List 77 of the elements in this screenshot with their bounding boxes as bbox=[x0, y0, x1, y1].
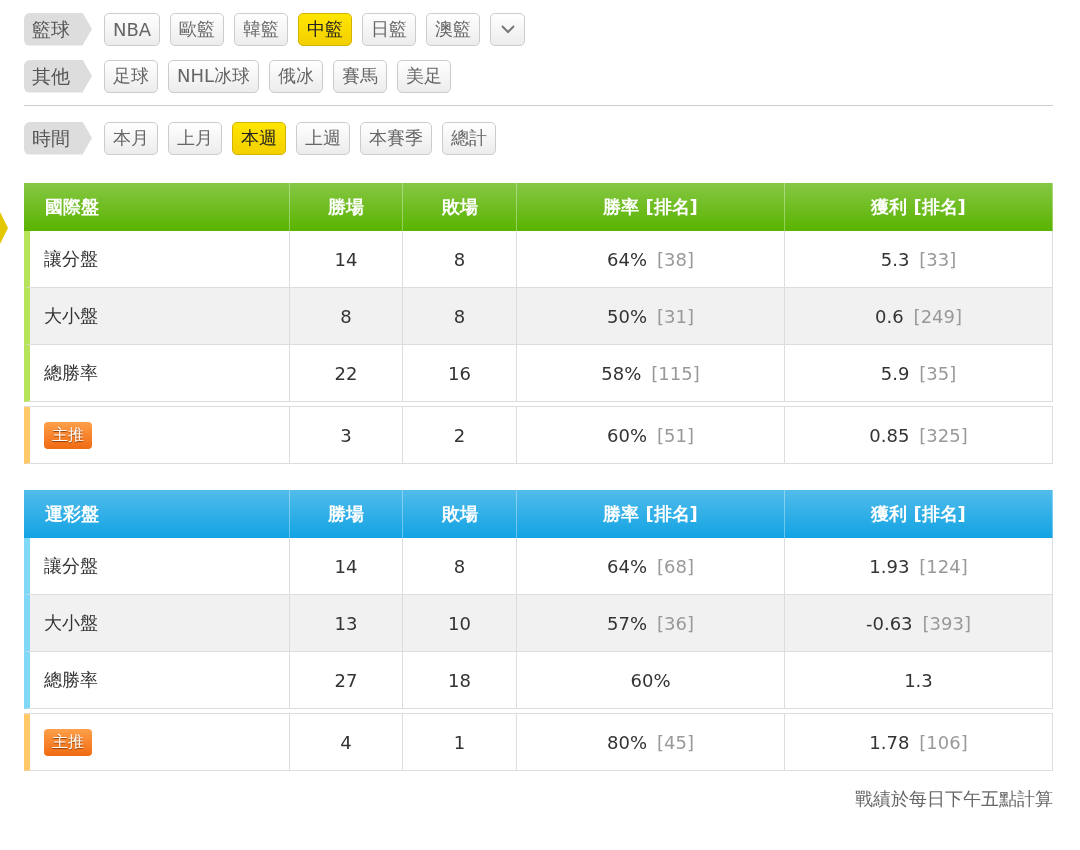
table-cell: 50% bbox=[607, 305, 648, 327]
table-cell: 10 bbox=[448, 612, 471, 634]
table-cell: 3 bbox=[340, 424, 352, 446]
filter-option[interactable]: 俄冰 bbox=[269, 59, 324, 93]
table-cell: 80% bbox=[607, 731, 648, 753]
filter-option[interactable]: 韓籃 bbox=[234, 12, 289, 46]
filter-option[interactable]: 美足 bbox=[397, 59, 452, 93]
row-label: 大小盤 bbox=[44, 611, 98, 635]
table-cell: 22 bbox=[334, 362, 358, 384]
footnote: 戰績於每日下午五點計算 bbox=[855, 787, 1053, 811]
rank-text: [36] bbox=[657, 612, 694, 634]
rank-text: [249] bbox=[913, 305, 962, 327]
filter-option[interactable]: 日籃 bbox=[362, 12, 417, 46]
rank-text: [124] bbox=[919, 555, 968, 577]
table-cell: 5.3 bbox=[880, 248, 910, 270]
row-label: 總勝率 bbox=[44, 668, 98, 692]
table-cell: 1.78 bbox=[869, 731, 910, 753]
rank-text: [33] bbox=[919, 248, 957, 270]
filter-option[interactable]: 本週 bbox=[232, 121, 286, 155]
filter-option[interactable]: NBA bbox=[104, 12, 161, 46]
filter-option[interactable]: 澳籃 bbox=[426, 12, 481, 46]
table-cell: 8 bbox=[453, 305, 466, 327]
table-cell: 5.9 bbox=[880, 362, 910, 384]
table-cell: 16 bbox=[448, 362, 471, 384]
table-cell: -0.63 bbox=[866, 612, 913, 634]
filter-option[interactable]: NHL冰球 bbox=[168, 59, 260, 93]
row-label: 總勝率 bbox=[44, 361, 98, 385]
filter-option[interactable]: 本月 bbox=[104, 121, 158, 155]
filter-option[interactable]: 上月 bbox=[168, 121, 222, 155]
rank-text: [31] bbox=[657, 305, 694, 327]
filter-option[interactable]: 賽馬 bbox=[333, 59, 388, 93]
rank-text: [35] bbox=[919, 362, 957, 384]
filter-label: 其他 bbox=[24, 59, 92, 93]
table-cell: 0.85 bbox=[869, 424, 910, 446]
rank-text: [38] bbox=[657, 248, 694, 270]
rank-text: [325] bbox=[919, 424, 968, 446]
table-cell: 14 bbox=[334, 248, 358, 270]
expand-button[interactable] bbox=[490, 12, 526, 46]
table-cell: 8 bbox=[453, 248, 466, 270]
filter-label: 籃球 bbox=[24, 12, 92, 46]
table-cell: 0.6 bbox=[874, 305, 904, 327]
table-cell: 2 bbox=[453, 424, 466, 446]
table-cell: 64% bbox=[607, 555, 648, 577]
rank-text: [115] bbox=[651, 362, 700, 384]
pick-badge: 主推 bbox=[44, 728, 92, 756]
table-cell: 13 bbox=[334, 612, 358, 634]
table-cell: 60% bbox=[607, 424, 648, 446]
filter-option[interactable]: 本賽季 bbox=[360, 121, 432, 155]
table-cell: 57% bbox=[607, 612, 648, 634]
filter-option[interactable]: 上週 bbox=[296, 121, 350, 155]
rank-text: [393] bbox=[922, 612, 971, 634]
filter-option[interactable]: 歐籃 bbox=[170, 12, 225, 46]
table-cell: 4 bbox=[340, 731, 352, 753]
filter-label: 時間 bbox=[24, 121, 92, 155]
row-label: 大小盤 bbox=[44, 304, 98, 328]
table-cell: 60% bbox=[630, 669, 671, 691]
filter-option[interactable]: 中籃 bbox=[298, 12, 353, 46]
table-cell: 1 bbox=[453, 731, 466, 753]
rank-text: [106] bbox=[919, 731, 968, 753]
filter-option[interactable]: 總計 bbox=[442, 121, 496, 155]
table-cell: 8 bbox=[453, 555, 466, 577]
row-label: 讓分盤 bbox=[44, 247, 98, 271]
rank-text: [68] bbox=[657, 555, 694, 577]
table-cell: 58% bbox=[601, 362, 642, 384]
filter-option[interactable]: 足球 bbox=[104, 59, 158, 93]
chevron-down-icon bbox=[499, 24, 516, 34]
rank-text: [51] bbox=[657, 424, 694, 446]
table-cell: 14 bbox=[334, 555, 358, 577]
table-cell: 18 bbox=[448, 669, 471, 691]
table-cell: 8 bbox=[340, 305, 352, 327]
table-cell: 1.93 bbox=[869, 555, 910, 577]
table-cell: 64% bbox=[607, 248, 648, 270]
table-cell: 1.3 bbox=[904, 669, 933, 691]
row-label: 讓分盤 bbox=[44, 554, 98, 578]
table-cell: 27 bbox=[334, 669, 358, 691]
pick-badge: 主推 bbox=[44, 421, 92, 449]
rank-text: [45] bbox=[657, 731, 694, 753]
